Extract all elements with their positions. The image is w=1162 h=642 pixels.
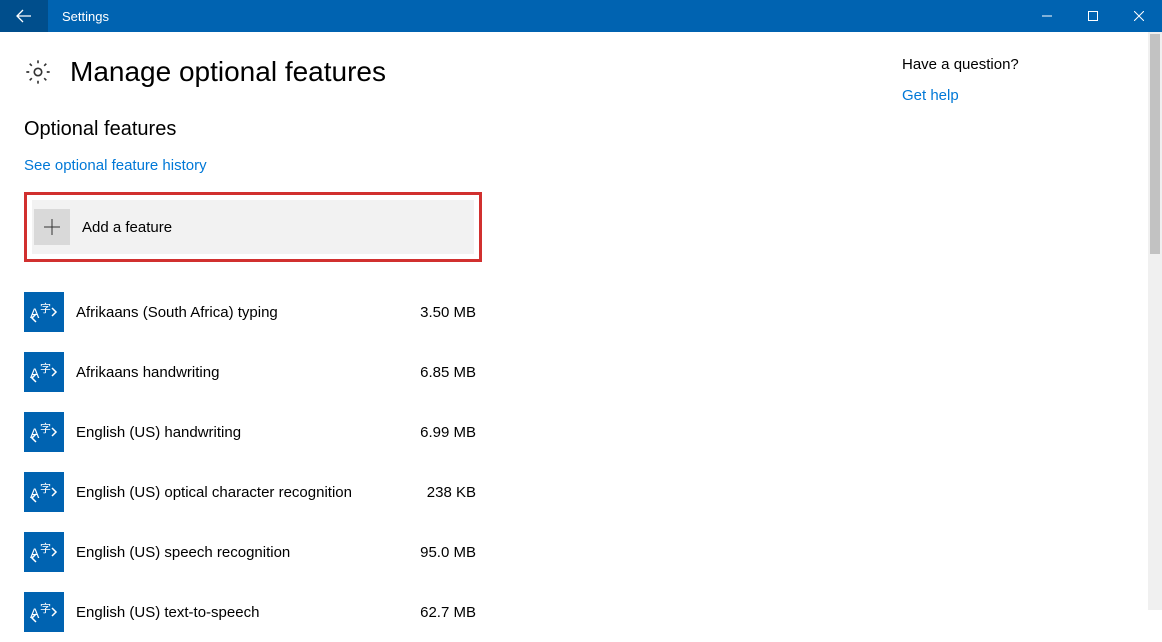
add-feature-highlight: Add a feature	[24, 192, 482, 262]
feature-row[interactable]: A 字 English (US) text-to-speech62.7 MB	[24, 582, 482, 642]
section-title: Optional features	[24, 118, 902, 141]
get-help-link[interactable]: Get help	[902, 87, 959, 104]
language-icon: A 字	[24, 352, 64, 392]
add-feature-button[interactable]: Add a feature	[32, 200, 474, 254]
feature-row[interactable]: A 字 English (US) speech recognition95.0 …	[24, 522, 482, 582]
svg-text:字: 字	[40, 481, 51, 495]
feature-row[interactable]: A 字 Afrikaans handwriting6.85 MB	[24, 342, 482, 402]
language-icon: A 字	[24, 292, 64, 332]
feature-list: A 字 Afrikaans (South Africa) typing3.50 …	[24, 282, 482, 642]
feature-name: English (US) handwriting	[76, 424, 402, 441]
page-title: Manage optional features	[70, 56, 386, 88]
minimize-icon	[1042, 11, 1052, 21]
arrow-left-icon	[16, 8, 32, 24]
svg-text:字: 字	[40, 301, 51, 315]
language-icon: A 字	[24, 412, 64, 452]
feature-name: English (US) text-to-speech	[76, 604, 402, 621]
scrollbar-thumb[interactable]	[1150, 34, 1160, 254]
window-controls	[1024, 0, 1162, 32]
feature-size: 62.7 MB	[402, 604, 482, 621]
feature-size: 95.0 MB	[402, 544, 482, 561]
add-feature-label: Add a feature	[82, 219, 172, 236]
svg-text:A: A	[30, 425, 40, 441]
window-title: Settings	[48, 9, 109, 24]
svg-text:A: A	[30, 305, 40, 321]
minimize-button[interactable]	[1024, 0, 1070, 32]
help-panel: Have a question? Get help	[902, 32, 1162, 610]
svg-text:A: A	[30, 365, 40, 381]
svg-text:A: A	[30, 485, 40, 501]
feature-name: English (US) optical character recogniti…	[76, 484, 402, 501]
language-icon: A 字	[24, 532, 64, 572]
feature-size: 238 KB	[402, 484, 482, 501]
feature-name: English (US) speech recognition	[76, 544, 402, 561]
svg-text:字: 字	[40, 361, 51, 375]
feature-name: Afrikaans (South Africa) typing	[76, 304, 402, 321]
feature-size: 6.85 MB	[402, 364, 482, 381]
maximize-icon	[1088, 11, 1098, 21]
svg-text:A: A	[30, 545, 40, 561]
history-link[interactable]: See optional feature history	[24, 157, 207, 174]
close-button[interactable]	[1116, 0, 1162, 32]
feature-row[interactable]: A 字 English (US) optical character recog…	[24, 462, 482, 522]
maximize-button[interactable]	[1070, 0, 1116, 32]
close-icon	[1134, 11, 1144, 21]
language-icon: A 字	[24, 472, 64, 512]
page-header: Manage optional features	[24, 56, 902, 88]
feature-name: Afrikaans handwriting	[76, 364, 402, 381]
help-question: Have a question?	[902, 56, 1138, 73]
back-button[interactable]	[0, 0, 48, 32]
gear-icon	[24, 58, 52, 86]
scrollbar[interactable]	[1148, 32, 1162, 610]
svg-text:字: 字	[40, 421, 51, 435]
feature-row[interactable]: A 字 Afrikaans (South Africa) typing3.50 …	[24, 282, 482, 342]
svg-text:字: 字	[40, 601, 51, 615]
svg-text:A: A	[30, 605, 40, 621]
title-bar: Settings	[0, 0, 1162, 32]
plus-icon	[34, 209, 70, 245]
feature-row[interactable]: A 字 English (US) handwriting6.99 MB	[24, 402, 482, 462]
feature-size: 6.99 MB	[402, 424, 482, 441]
language-icon: A 字	[24, 592, 64, 632]
svg-text:字: 字	[40, 541, 51, 555]
feature-size: 3.50 MB	[402, 304, 482, 321]
